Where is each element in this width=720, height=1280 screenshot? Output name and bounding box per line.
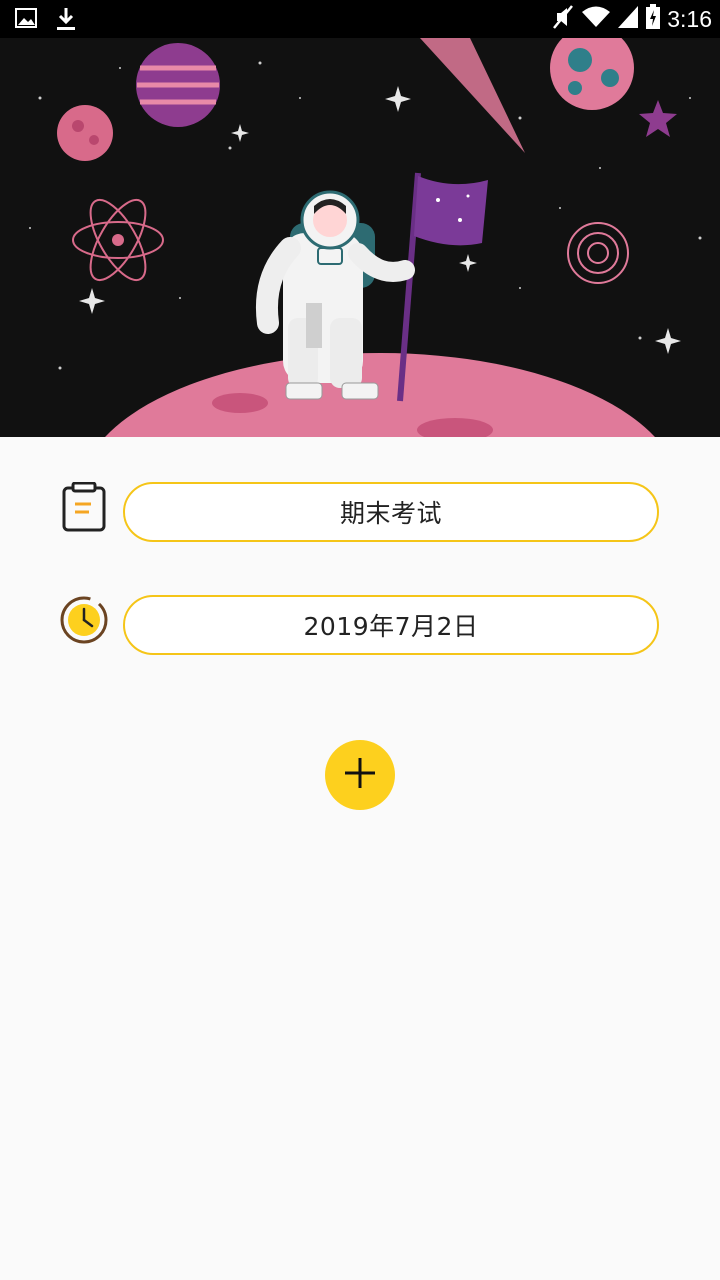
exam-date-row: 2019年7月2日	[60, 595, 660, 655]
clock-icon	[60, 595, 108, 645]
status-bar: 3:16	[0, 0, 720, 38]
exam-title-field[interactable]: 期末考试	[123, 482, 659, 542]
exam-title-value: 期末考试	[339, 499, 442, 528]
mute-icon	[551, 4, 575, 34]
clipboard-icon	[60, 481, 108, 532]
exam-date-value: 2019年7月2日	[303, 612, 479, 641]
plus-icon	[343, 756, 377, 794]
header-illustration	[0, 38, 720, 437]
add-button[interactable]	[325, 740, 395, 810]
download-icon	[54, 6, 78, 36]
exam-title-row: 期末考试	[60, 481, 660, 542]
signal-icon	[617, 5, 639, 33]
wifi-icon	[581, 5, 611, 33]
battery-icon	[645, 4, 661, 34]
image-icon	[14, 6, 38, 36]
exam-date-field[interactable]: 2019年7月2日	[123, 595, 659, 655]
status-clock: 3:16	[667, 6, 712, 32]
